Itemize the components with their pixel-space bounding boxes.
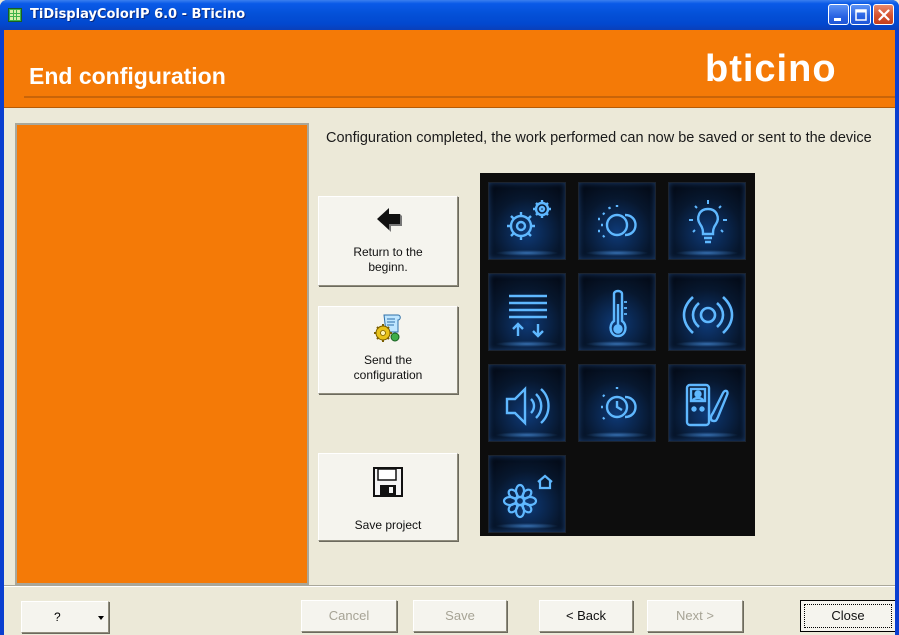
header-divider <box>24 96 895 98</box>
thermometer-icon <box>578 273 656 351</box>
minimize-button[interactable] <box>828 4 849 25</box>
title-bar[interactable]: TiDisplayColorIP 6.0 - BTicino <box>0 0 899 30</box>
save-project-label: Save project <box>354 518 422 532</box>
completion-message: Configuration completed, the work perfor… <box>326 130 872 146</box>
videodoorphone-icon <box>668 364 746 442</box>
return-to-beginning-button[interactable]: Return to the beginn. <box>318 196 458 286</box>
app-icon <box>8 8 22 22</box>
cancel-button[interactable]: Cancel <box>301 600 397 632</box>
send-label-line-2: configuration <box>353 368 423 382</box>
app-window: TiDisplayColorIP 6.0 - BTicino End confi… <box>0 0 899 635</box>
send-config-icon <box>371 312 405 348</box>
floppy-disk-icon <box>372 466 404 502</box>
speaker-icon <box>488 364 566 442</box>
return-label-line-1: Return to the <box>353 245 423 259</box>
close-button[interactable]: Close <box>800 600 895 632</box>
client-area: End configuration bticino Configuration … <box>4 30 895 635</box>
help-label: ? <box>54 610 61 624</box>
side-panel <box>15 123 309 585</box>
back-arrow-icon <box>372 203 404 239</box>
settings-gears-icon <box>488 182 566 260</box>
maximize-button[interactable] <box>850 4 871 25</box>
send-configuration-button[interactable]: Send the configuration <box>318 306 458 394</box>
light-bulb-icon <box>668 182 746 260</box>
shutters-icon <box>488 273 566 351</box>
return-label-line-2: beginn. <box>368 260 408 274</box>
bticino-logo: bticino <box>705 48 837 90</box>
help-dropdown-button[interactable]: ? <box>21 601 109 633</box>
next-button[interactable]: Next > <box>647 600 743 632</box>
timed-scenario-icon <box>578 364 656 442</box>
device-icon-grid <box>480 173 755 536</box>
window-title: TiDisplayColorIP 6.0 - BTicino <box>30 7 246 22</box>
page-title: End configuration <box>29 63 226 89</box>
page-header: End configuration bticino <box>4 30 895 108</box>
send-label-line-1: Send the <box>363 353 413 367</box>
footer-divider <box>4 585 895 587</box>
dropdown-arrow-icon <box>98 616 104 620</box>
save-button[interactable]: Save <box>413 600 507 632</box>
home-flower-icon <box>488 455 566 533</box>
scenario-light-icon <box>578 182 656 260</box>
alarm-broadcast-icon <box>668 273 746 351</box>
close-label: Close <box>804 604 892 628</box>
back-button[interactable]: < Back <box>539 600 633 632</box>
close-window-button[interactable] <box>873 4 894 25</box>
save-project-button[interactable]: Save project <box>318 453 458 541</box>
